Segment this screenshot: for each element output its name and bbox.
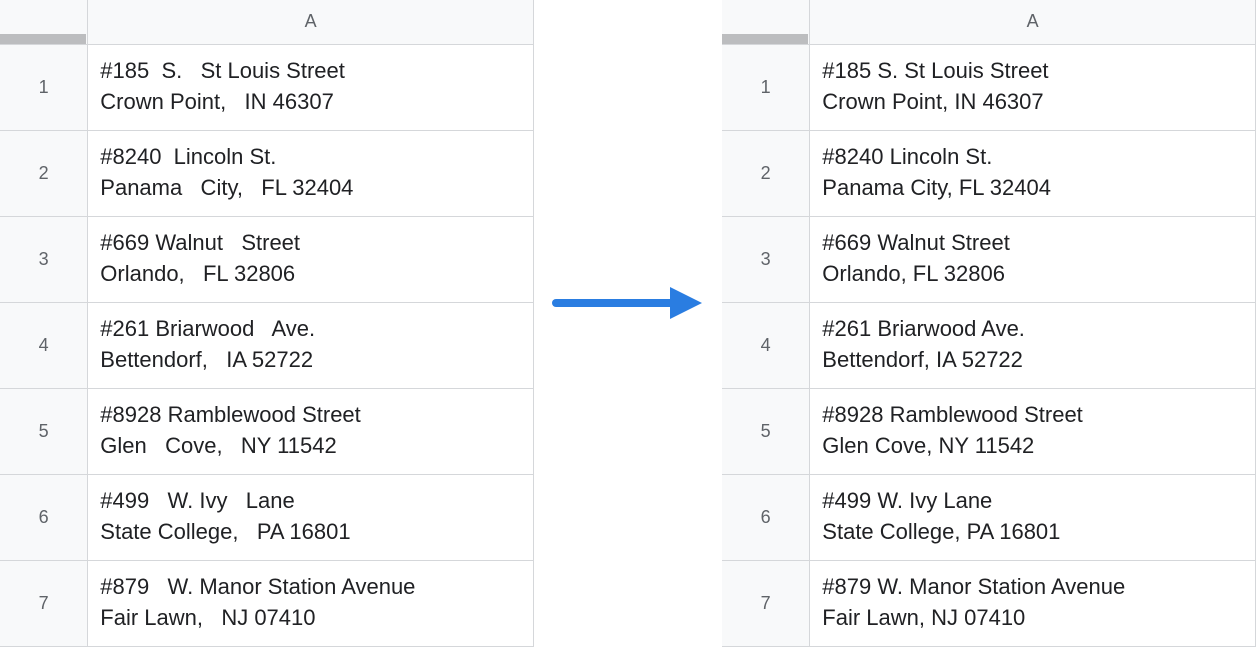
cell-a4[interactable]: #261 Briarwood Ave. Bettendorf, IA 52722	[810, 302, 1256, 388]
row-header[interactable]: 5	[0, 388, 88, 474]
transform-arrow	[552, 283, 704, 323]
corner-highlight	[722, 34, 808, 44]
cell-line: Fair Lawn, NJ 07410	[822, 603, 1243, 634]
cell-a5[interactable]: #8928 Ramblewood Street Glen Cove, NY 11…	[810, 388, 1256, 474]
cell-line: Glen Cove, NY 11542	[100, 431, 521, 462]
row-header[interactable]: 5	[722, 388, 810, 474]
cell-line: #499 W. Ivy Lane	[822, 486, 1243, 517]
cell-line: #185 S. St Louis Street	[822, 56, 1243, 87]
table-row: 3 #669 Walnut Street Orlando, FL 32806	[0, 216, 534, 302]
row-header[interactable]: 1	[0, 44, 88, 130]
spreadsheet-before: A 1 #185 S. St Louis Street Crown Point,…	[0, 0, 534, 647]
cell-line: Fair Lawn, NJ 07410	[100, 603, 521, 634]
cell-line: #185 S. St Louis Street	[100, 56, 521, 87]
cell-line: Panama City, FL 32404	[822, 173, 1243, 204]
row-header[interactable]: 2	[722, 130, 810, 216]
cell-a4[interactable]: #261 Briarwood Ave. Bettendorf, IA 52722	[88, 302, 534, 388]
cell-line: Crown Point, IN 46307	[100, 87, 521, 118]
column-header-a[interactable]: A	[810, 0, 1256, 44]
cell-line: #8240 Lincoln St.	[100, 142, 521, 173]
cell-line: Orlando, FL 32806	[822, 259, 1243, 290]
cell-line: #499 W. Ivy Lane	[100, 486, 521, 517]
cell-a7[interactable]: #879 W. Manor Station Avenue Fair Lawn, …	[810, 560, 1256, 646]
cell-line: #8928 Ramblewood Street	[100, 400, 521, 431]
table-row: 2 #8240 Lincoln St. Panama City, FL 3240…	[722, 130, 1256, 216]
corner-highlight	[0, 34, 86, 44]
row-header[interactable]: 6	[722, 474, 810, 560]
cell-line: Bettendorf, IA 52722	[822, 345, 1243, 376]
cell-line: #8240 Lincoln St.	[822, 142, 1243, 173]
cell-a3[interactable]: #669 Walnut Street Orlando, FL 32806	[88, 216, 534, 302]
table-row: 1 #185 S. St Louis Street Crown Point, I…	[722, 44, 1256, 130]
row-header[interactable]: 1	[722, 44, 810, 130]
cell-line: State College, PA 16801	[822, 517, 1243, 548]
table-row: 3 #669 Walnut Street Orlando, FL 32806	[722, 216, 1256, 302]
table-row: 5 #8928 Ramblewood Street Glen Cove, NY …	[0, 388, 534, 474]
select-all-corner[interactable]	[722, 0, 810, 44]
row-header[interactable]: 4	[722, 302, 810, 388]
cell-a2[interactable]: #8240 Lincoln St. Panama City, FL 32404	[810, 130, 1256, 216]
table-row: 6 #499 W. Ivy Lane State College, PA 168…	[0, 474, 534, 560]
cell-line: Glen Cove, NY 11542	[822, 431, 1243, 462]
cell-line: Panama City, FL 32404	[100, 173, 521, 204]
row-header[interactable]: 2	[0, 130, 88, 216]
cell-a2[interactable]: #8240 Lincoln St. Panama City, FL 32404	[88, 130, 534, 216]
table-row: 4 #261 Briarwood Ave. Bettendorf, IA 527…	[0, 302, 534, 388]
row-header[interactable]: 7	[0, 560, 88, 646]
table-row: 4 #261 Briarwood Ave. Bettendorf, IA 527…	[722, 302, 1256, 388]
row-header[interactable]: 7	[722, 560, 810, 646]
cell-a1[interactable]: #185 S. St Louis Street Crown Point, IN …	[810, 44, 1256, 130]
arrow-right-icon	[552, 283, 704, 323]
header-row: A	[722, 0, 1256, 44]
table-row: 7 #879 W. Manor Station Avenue Fair Lawn…	[722, 560, 1256, 646]
table-row: 1 #185 S. St Louis Street Crown Point, I…	[0, 44, 534, 130]
table-row: 5 #8928 Ramblewood Street Glen Cove, NY …	[722, 388, 1256, 474]
spreadsheet-after: A 1 #185 S. St Louis Street Crown Point,…	[722, 0, 1256, 647]
cell-a7[interactable]: #879 W. Manor Station Avenue Fair Lawn, …	[88, 560, 534, 646]
cell-a6[interactable]: #499 W. Ivy Lane State College, PA 16801	[88, 474, 534, 560]
cell-line: #669 Walnut Street	[100, 228, 521, 259]
row-header[interactable]: 6	[0, 474, 88, 560]
cell-line: Orlando, FL 32806	[100, 259, 521, 290]
cell-line: #669 Walnut Street	[822, 228, 1243, 259]
cell-a6[interactable]: #499 W. Ivy Lane State College, PA 16801	[810, 474, 1256, 560]
row-header[interactable]: 3	[0, 216, 88, 302]
header-row: A	[0, 0, 534, 44]
table-row: 7 #879 W. Manor Station Avenue Fair Lawn…	[0, 560, 534, 646]
row-header[interactable]: 3	[722, 216, 810, 302]
cell-line: Bettendorf, IA 52722	[100, 345, 521, 376]
cell-line: State College, PA 16801	[100, 517, 521, 548]
cell-line: #879 W. Manor Station Avenue	[822, 572, 1243, 603]
table-row: 2 #8240 Lincoln St. Panama City, FL 3240…	[0, 130, 534, 216]
cell-a5[interactable]: #8928 Ramblewood Street Glen Cove, NY 11…	[88, 388, 534, 474]
select-all-corner[interactable]	[0, 0, 88, 44]
cell-line: #8928 Ramblewood Street	[822, 400, 1243, 431]
cell-a3[interactable]: #669 Walnut Street Orlando, FL 32806	[810, 216, 1256, 302]
cell-line: Crown Point, IN 46307	[822, 87, 1243, 118]
row-header[interactable]: 4	[0, 302, 88, 388]
cell-line: #879 W. Manor Station Avenue	[100, 572, 521, 603]
cell-a1[interactable]: #185 S. St Louis Street Crown Point, IN …	[88, 44, 534, 130]
column-header-a[interactable]: A	[88, 0, 534, 44]
table-row: 6 #499 W. Ivy Lane State College, PA 168…	[722, 474, 1256, 560]
cell-line: #261 Briarwood Ave.	[822, 314, 1243, 345]
cell-line: #261 Briarwood Ave.	[100, 314, 521, 345]
